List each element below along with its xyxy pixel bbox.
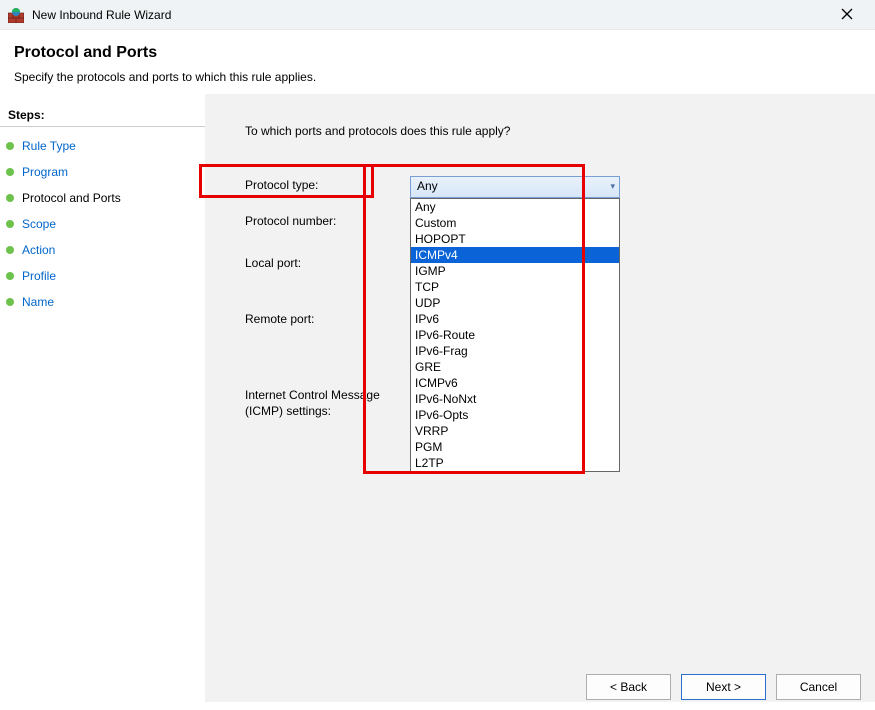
- protocol-option-gre[interactable]: GRE: [411, 359, 619, 375]
- wizard-header: Protocol and Ports Specify the protocols…: [0, 30, 875, 94]
- step-label: Program: [22, 165, 68, 179]
- bullet-icon: [6, 168, 14, 176]
- protocol-option-ipv6-route[interactable]: IPv6-Route: [411, 327, 619, 343]
- step-item-program[interactable]: Program: [0, 159, 205, 185]
- protocol-option-ipv6[interactable]: IPv6: [411, 311, 619, 327]
- step-label: Name: [22, 295, 54, 309]
- bullet-icon: [6, 142, 14, 150]
- protocol-option-pgm[interactable]: PGM: [411, 439, 619, 455]
- label-protocol-type: Protocol type:: [245, 176, 410, 198]
- step-label: Profile: [22, 269, 56, 283]
- protocol-option-custom[interactable]: Custom: [411, 215, 619, 231]
- bullet-icon: [6, 246, 14, 254]
- page-subtitle: Specify the protocols and ports to which…: [14, 70, 861, 84]
- bullet-icon: [6, 272, 14, 280]
- protocol-option-vrrp[interactable]: VRRP: [411, 423, 619, 439]
- prompt-text: To which ports and protocols does this r…: [245, 124, 845, 138]
- back-button[interactable]: < Back: [586, 674, 671, 700]
- main-panel: To which ports and protocols does this r…: [205, 94, 875, 702]
- bullet-icon: [6, 298, 14, 306]
- close-button[interactable]: [827, 7, 867, 23]
- protocol-option-hopopt[interactable]: HOPOPT: [411, 231, 619, 247]
- protocol-option-tcp[interactable]: TCP: [411, 279, 619, 295]
- next-button[interactable]: Next >: [681, 674, 766, 700]
- step-label: Scope: [22, 217, 56, 231]
- protocol-option-any[interactable]: Any: [411, 199, 619, 215]
- page-title: Protocol and Ports: [14, 44, 861, 62]
- titlebar: New Inbound Rule Wizard: [0, 0, 875, 30]
- protocol-type-combobox[interactable]: Any ▾: [410, 176, 620, 198]
- step-item-action[interactable]: Action: [0, 237, 205, 263]
- protocol-option-igmp[interactable]: IGMP: [411, 263, 619, 279]
- window-title: New Inbound Rule Wizard: [32, 8, 827, 22]
- chevron-down-icon: ▾: [610, 181, 615, 192]
- protocol-option-l2tp[interactable]: L2TP: [411, 455, 619, 471]
- protocol-option-icmpv4[interactable]: ICMPv4: [411, 247, 619, 263]
- steps-header: Steps:: [0, 104, 205, 127]
- steps-panel: Steps: Rule Type Program Protocol and Port…: [0, 94, 205, 702]
- protocol-option-udp[interactable]: UDP: [411, 295, 619, 311]
- step-item-rule-type[interactable]: Rule Type: [0, 133, 205, 159]
- label-icmp-settings: Internet Control Message (ICMP) settings…: [245, 386, 410, 419]
- protocol-type-selected: Any: [417, 179, 438, 193]
- step-label: Rule Type: [22, 139, 76, 153]
- cancel-button[interactable]: Cancel: [776, 674, 861, 700]
- protocol-option-ipv6-nonxt[interactable]: IPv6-NoNxt: [411, 391, 619, 407]
- button-bar: < Back Next > Cancel: [586, 674, 861, 700]
- protocol-option-ipv6-opts[interactable]: IPv6-Opts: [411, 407, 619, 423]
- bullet-icon: [6, 220, 14, 228]
- close-icon: [841, 8, 853, 20]
- step-item-protocol-and-ports: Protocol and Ports: [0, 185, 205, 211]
- label-protocol-number: Protocol number:: [245, 212, 410, 228]
- step-item-profile[interactable]: Profile: [0, 263, 205, 289]
- label-remote-port: Remote port:: [245, 310, 410, 326]
- protocol-option-ipv6-frag[interactable]: IPv6-Frag: [411, 343, 619, 359]
- firewall-icon: [8, 7, 24, 23]
- protocol-type-dropdown[interactable]: AnyCustomHOPOPTICMPv4IGMPTCPUDPIPv6IPv6-…: [410, 198, 620, 472]
- step-item-name[interactable]: Name: [0, 289, 205, 315]
- label-local-port: Local port:: [245, 254, 410, 270]
- protocol-option-icmpv6[interactable]: ICMPv6: [411, 375, 619, 391]
- bullet-icon: [6, 194, 14, 202]
- step-label: Protocol and Ports: [22, 191, 121, 205]
- step-item-scope[interactable]: Scope: [0, 211, 205, 237]
- step-label: Action: [22, 243, 55, 257]
